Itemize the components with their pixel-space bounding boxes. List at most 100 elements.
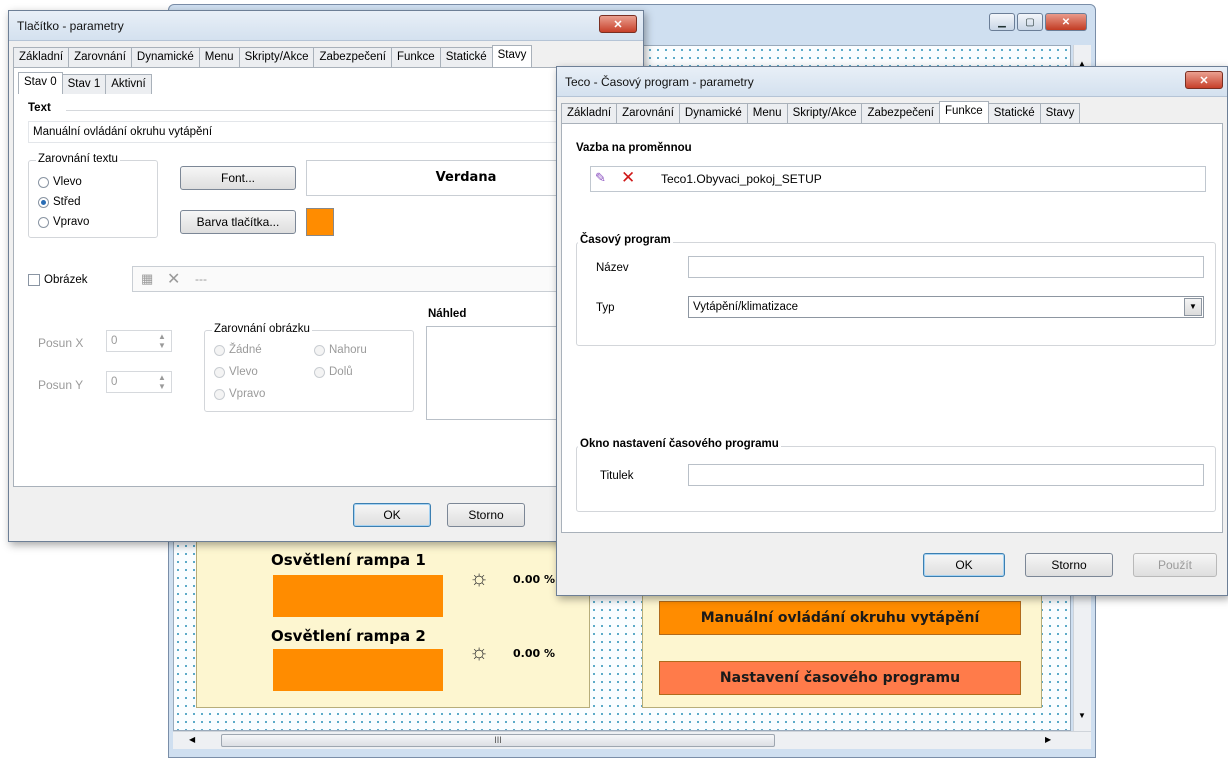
radio-icon — [314, 366, 325, 378]
subtab-aktivni[interactable]: Aktivní — [105, 74, 152, 94]
tab-stavy[interactable]: Stavy — [491, 45, 533, 67]
tab-dynamicke[interactable]: Dynamické — [130, 47, 200, 67]
schedule-settings-button[interactable]: Nastavení časového programu — [659, 661, 1021, 695]
title-bar: Teco - Časový program - parametry ✕ — [557, 67, 1227, 97]
image-checkbox-label: Obrázek — [44, 274, 88, 286]
light-panel: Osvětlení rampa 1 ☼ 0.00 % Osvětlení ram… — [196, 538, 590, 708]
align-left-radio[interactable]: Vlevo — [38, 176, 82, 188]
img-align-none-label: Žádné — [229, 344, 262, 356]
subtab-stav-1[interactable]: Stav 1 — [61, 74, 107, 94]
button-color-button[interactable]: Barva tlačítka... — [180, 210, 296, 234]
ramp-2-label: Osvětlení rampa 2 — [271, 627, 426, 645]
scroll-down-icon[interactable]: ▼ — [1078, 711, 1086, 720]
align-center-radio[interactable]: Střed — [38, 196, 81, 208]
horizontal-scrollbar[interactable]: ◀ III ▶ — [173, 731, 1091, 749]
img-align-top-radio[interactable]: Nahoru — [314, 344, 367, 356]
tab-dynamicke[interactable]: Dynamické — [678, 103, 748, 123]
scroll-right-icon[interactable]: ▶ — [1045, 735, 1051, 744]
schedule-group-title: Časový program — [578, 234, 673, 246]
tab-menu[interactable]: Menu — [746, 103, 788, 123]
tab-zakladni[interactable]: Základní — [13, 47, 70, 67]
tab-staticke[interactable]: Statické — [439, 47, 493, 67]
name-label: Název — [596, 262, 629, 274]
checkbox-icon — [28, 274, 40, 286]
scroll-left-icon[interactable]: ◀ — [189, 735, 195, 744]
cancel-button[interactable]: Storno — [1025, 553, 1113, 577]
binding-field: ✎ ✕ Teco1.Obyvaci_pokoj_SETUP — [590, 166, 1206, 192]
type-label: Typ — [596, 302, 615, 314]
caption-label: Titulek — [600, 470, 634, 482]
ramp-1-bar — [273, 575, 443, 617]
dialog-title: Tlačítko - parametry — [17, 19, 124, 33]
chevron-down-icon[interactable]: ▼ — [1184, 298, 1202, 316]
align-left-label: Vlevo — [53, 176, 82, 188]
tab-zabezpeceni[interactable]: Zabezpečení — [313, 47, 392, 67]
ramp-1-label: Osvětlení rampa 1 — [271, 551, 426, 569]
img-align-right-radio[interactable]: Vpravo — [214, 388, 265, 400]
manual-heating-button[interactable]: Manuální ovládání okruhu vytápění — [659, 601, 1021, 635]
apply-button[interactable]: Použít — [1133, 553, 1217, 577]
tab-zarovnani[interactable]: Zarovnání — [616, 103, 680, 123]
ok-button[interactable]: OK — [923, 553, 1005, 577]
window-settings-group-title: Okno nastavení časového programu — [578, 438, 781, 450]
type-select[interactable]: Vytápění/klimatizace — [688, 296, 1204, 318]
radio-icon — [38, 176, 49, 188]
image-browse-icon[interactable]: ▦ — [141, 271, 153, 287]
img-align-bottom-radio[interactable]: Dolů — [314, 366, 353, 378]
tab-staticke[interactable]: Statické — [987, 103, 1041, 123]
image-checkbox[interactable]: Obrázek — [28, 274, 87, 286]
align-right-radio[interactable]: Vpravo — [38, 216, 89, 228]
preview-label: Náhled — [428, 308, 467, 320]
dialog-title: Teco - Časový program - parametry — [565, 75, 754, 89]
posun-x-spinner-icon[interactable]: ▲ ▼ — [158, 332, 166, 350]
ramp-2-bar — [273, 649, 443, 691]
tab-zakladni[interactable]: Základní — [561, 103, 618, 123]
tab-zarovnani[interactable]: Zarovnání — [68, 47, 132, 67]
tab-skripty[interactable]: Skripty/Akce — [238, 47, 315, 67]
heating-panel: Manuální ovládání okruhu vytápění Nastav… — [642, 586, 1042, 708]
image-clear-icon[interactable]: ✕ — [167, 269, 180, 289]
tab-strip: Základní Zarovnání Dynamické Menu Skript… — [561, 101, 1081, 123]
subtab-stav-0[interactable]: Stav 0 — [18, 72, 63, 94]
img-align-left-radio[interactable]: Vlevo — [214, 366, 258, 378]
tab-funkce[interactable]: Funkce — [390, 47, 441, 67]
posun-x-label: Posun X — [38, 336, 84, 350]
close-icon[interactable]: ✕ — [1045, 13, 1087, 31]
subtab-strip: Stav 0 Stav 1 Aktivní — [18, 72, 152, 94]
posun-y-spinner-icon[interactable]: ▲ ▼ — [158, 373, 166, 391]
tab-skripty[interactable]: Skripty/Akce — [786, 103, 863, 123]
tab-page: Stav 0 Stav 1 Aktivní Text Manuální ovlá… — [13, 67, 639, 487]
image-path-box: ▦ ✕ --- — [132, 266, 626, 292]
radio-icon — [38, 196, 49, 208]
tab-stavy[interactable]: Stavy — [1039, 103, 1081, 123]
tab-funkce[interactable]: Funkce — [938, 101, 989, 123]
close-icon[interactable]: ✕ — [599, 15, 637, 33]
posun-y-label: Posun Y — [38, 378, 84, 392]
minimize-icon[interactable]: ▁ — [989, 13, 1015, 31]
scroll-thumb[interactable]: III — [221, 734, 775, 747]
radio-icon — [314, 344, 325, 356]
img-align-none-radio[interactable]: Žádné — [214, 344, 262, 356]
tab-page: Vazba na proměnnou ✎ ✕ Teco1.Obyvaci_pok… — [561, 123, 1223, 533]
remove-binding-icon[interactable]: ✕ — [621, 168, 635, 188]
font-button[interactable]: Font... — [180, 166, 296, 190]
radio-icon — [214, 366, 225, 378]
maximize-icon[interactable]: ▢ — [1017, 13, 1043, 31]
name-field[interactable] — [688, 256, 1204, 278]
ramp-2-value: 0.00 % — [513, 647, 555, 660]
text-align-group-title: Zarovnání textu — [36, 153, 120, 165]
button-color-swatch[interactable] — [306, 208, 334, 236]
variable-picker-icon[interactable]: ✎ — [595, 170, 606, 186]
caption-field[interactable] — [688, 464, 1204, 486]
tab-zabezpeceni[interactable]: Zabezpečení — [861, 103, 940, 123]
button-text-field[interactable]: Manuální ovládání okruhu vytápění — [28, 121, 628, 143]
ramp-1-value: 0.00 % — [513, 573, 555, 586]
ok-button[interactable]: OK — [353, 503, 431, 527]
radio-icon — [214, 344, 225, 356]
img-align-bottom-label: Dolů — [329, 366, 353, 378]
img-align-top-label: Nahoru — [329, 344, 367, 356]
cancel-button[interactable]: Storno — [447, 503, 525, 527]
text-section-title: Text — [28, 102, 51, 114]
tab-menu[interactable]: Menu — [198, 47, 240, 67]
close-icon[interactable]: ✕ — [1185, 71, 1223, 89]
